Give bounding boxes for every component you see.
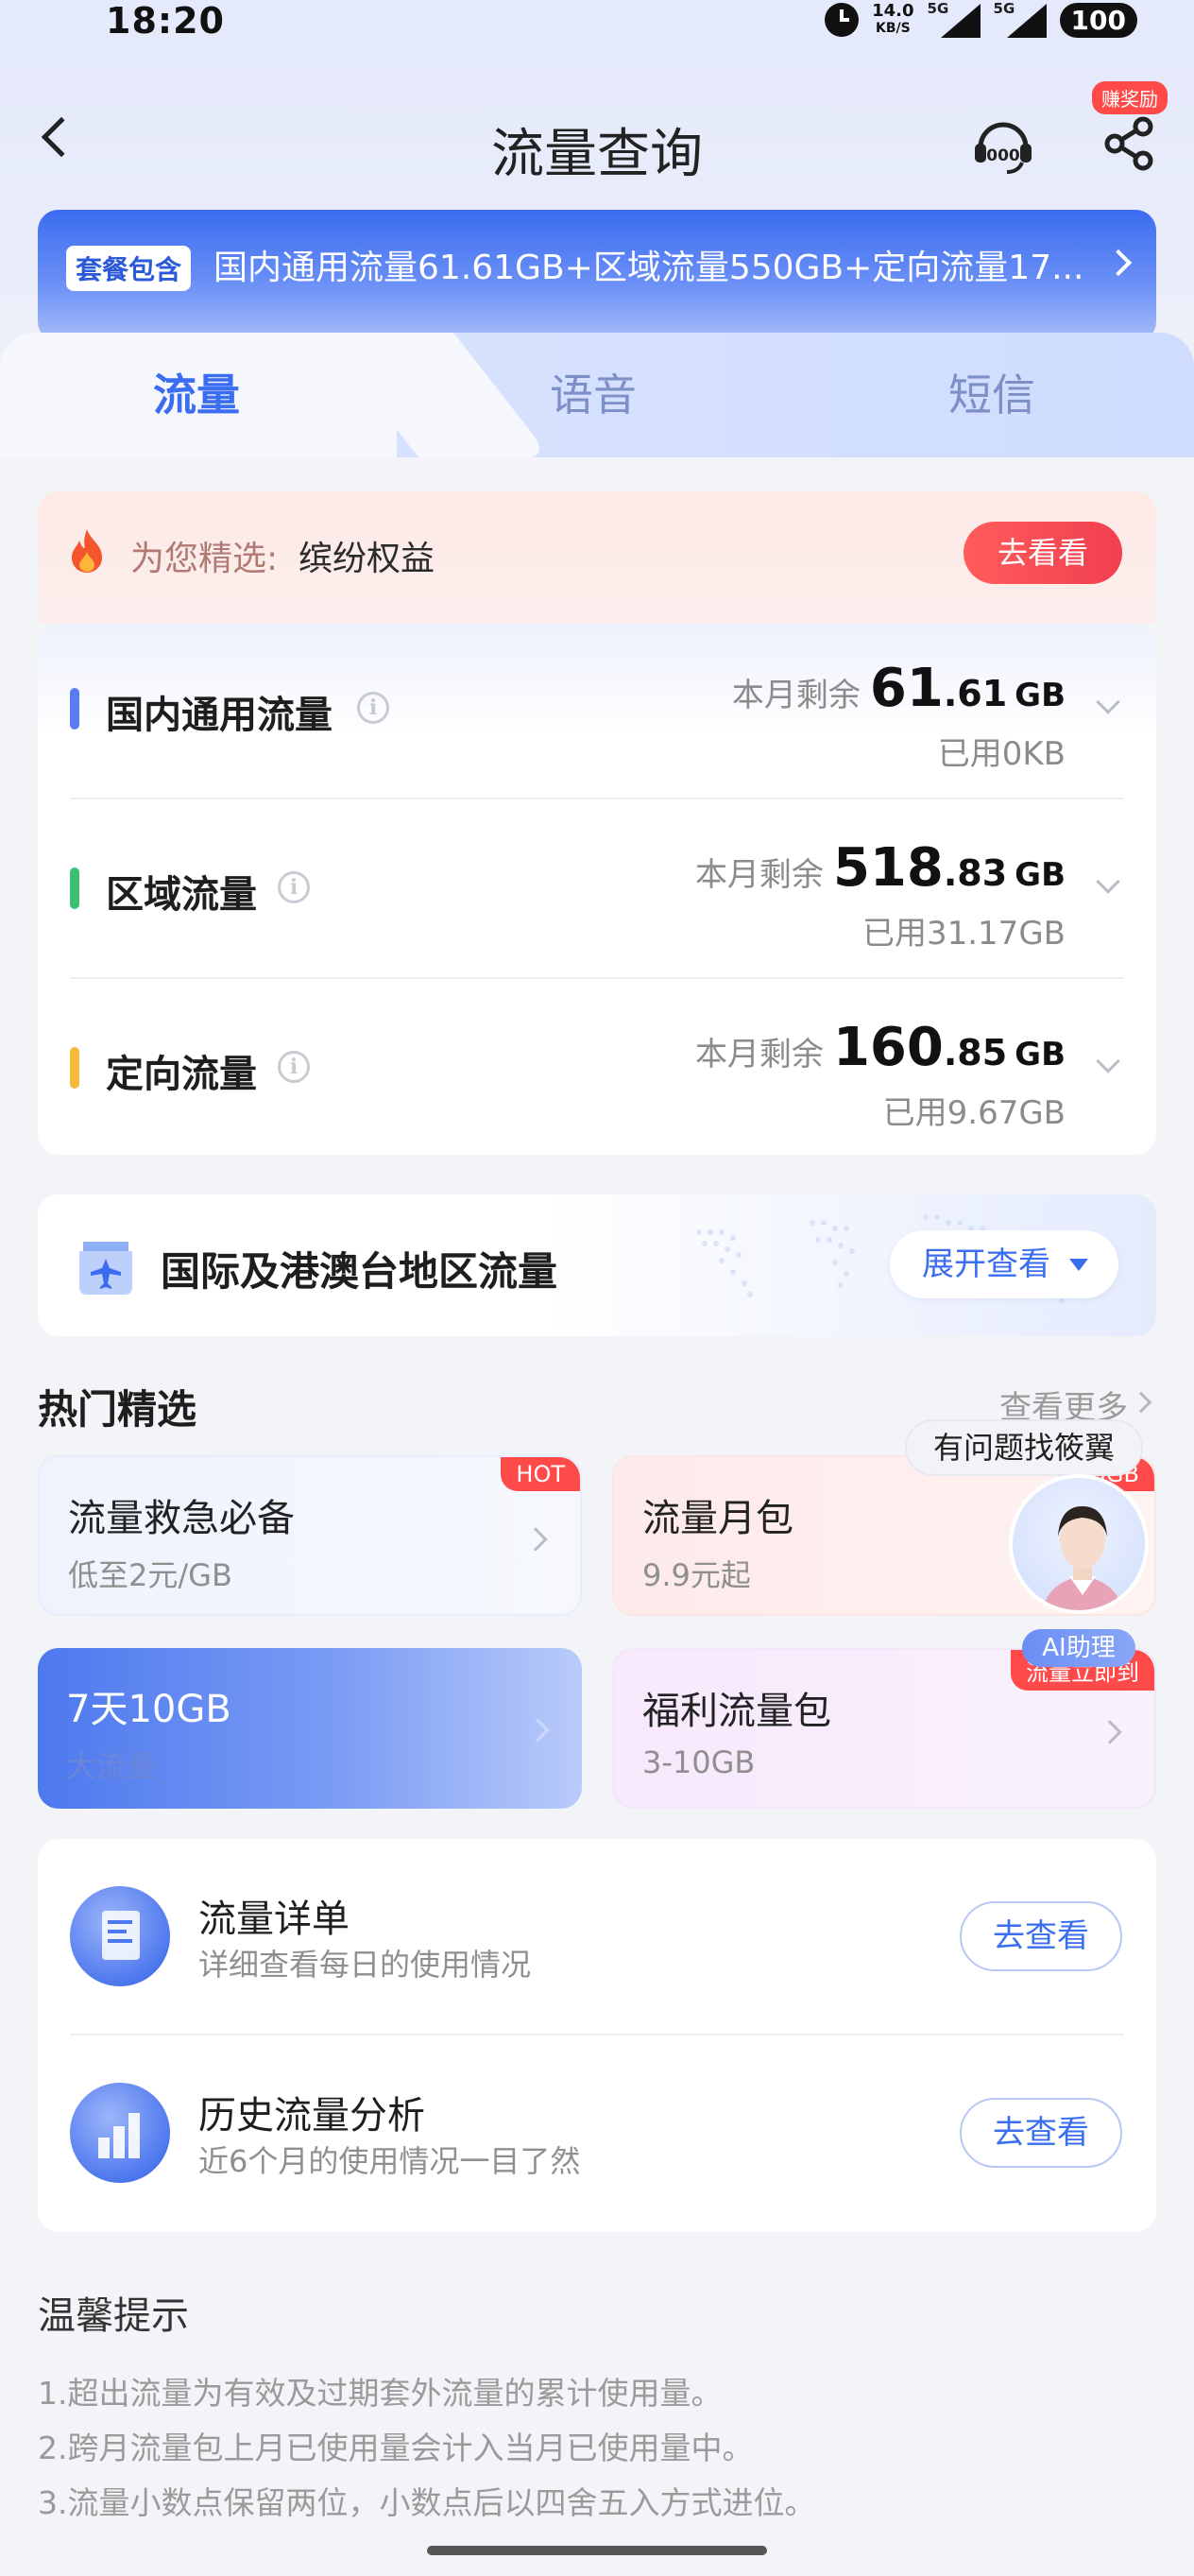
nav-bar: 流量查询 10000 赚奖励	[0, 81, 1194, 198]
service-list: 流量详单 详细查看每日的使用情况 去查看 历史流量分析 近6个月的使用情况一目了…	[38, 1839, 1156, 2232]
assistant-bubble[interactable]: 有问题找筱翼	[905, 1419, 1144, 1476]
status-bar: 18:20 14.0 KB/S 5G 5G 100	[0, 0, 1194, 47]
international-title: 国际及港澳台地区流量	[161, 1248, 558, 1295]
tip-item: 2.跨月流量包上月已使用量会计入当月已使用量中。	[38, 2430, 754, 2466]
chevron-right-icon	[525, 1718, 550, 1743]
chevron-down-icon[interactable]	[1096, 1049, 1120, 1073]
tab-sms[interactable]: 短信	[948, 361, 1035, 423]
usage-row-directed[interactable]: 定向流量 i 本月剩余 160 .85 GB 已用9.67GB	[38, 983, 1156, 1162]
plan-tag: 套餐包含	[66, 246, 192, 291]
usage-remaining: 本月剩余 61 .61 GB	[731, 658, 1066, 719]
chevron-down-icon[interactable]	[1096, 690, 1120, 714]
info-icon[interactable]: i	[278, 1051, 310, 1083]
chevron-right-icon	[1130, 1391, 1152, 1414]
list-item-history-analysis[interactable]: 历史流量分析 近6个月的使用情况一目了然 去查看	[38, 2035, 1156, 2232]
info-icon[interactable]: i	[357, 692, 389, 724]
usage-used: 已用0KB	[937, 735, 1066, 773]
signal-icon: 5G	[928, 0, 981, 38]
recommend-value[interactable]: 缤纷权益	[298, 531, 435, 580]
fire-icon	[72, 529, 102, 573]
usage-row-regional[interactable]: 区域流量 i 本月剩余 518 .83 GB 已用31.17GB	[38, 803, 1156, 983]
usage-row-domestic[interactable]: 国内通用流量 i 本月剩余 61 .61 GB 已用0KB	[38, 624, 1156, 803]
category-color-bar	[70, 688, 79, 730]
tab-bar: 流量 语音 短信	[0, 333, 1194, 457]
go-see-button[interactable]: 去看看	[964, 522, 1122, 584]
item-title: 流量详单	[198, 1898, 350, 1941]
expand-view-button[interactable]: 展开查看	[890, 1230, 1118, 1298]
hot-section-title: 热门精选	[38, 1386, 197, 1433]
share-icon[interactable]	[1103, 115, 1156, 172]
tab-data[interactable]: 流量	[153, 361, 240, 423]
hot-card-emergency[interactable]: 流量救急必备 低至2元/GB HOT	[38, 1455, 582, 1616]
view-button[interactable]: 去查看	[960, 1901, 1122, 1971]
reward-badge[interactable]: 赚奖励	[1092, 81, 1168, 114]
chevron-right-icon	[1098, 1720, 1122, 1744]
category-color-bar	[70, 867, 79, 909]
divider	[70, 977, 1124, 979]
item-title: 历史流量分析	[198, 2094, 425, 2138]
plan-summary-text: 国内通用流量61.61GB+区域流量550GB+定向流量17...	[213, 249, 1084, 287]
home-indicator[interactable]	[427, 2546, 767, 2555]
data-usage-card: 国内通用流量 i 本月剩余 61 .61 GB 已用0KB 区域流量 i 本月剩…	[38, 624, 1156, 1155]
usage-name: 国内通用流量	[106, 694, 333, 737]
alarm-clock-icon	[825, 3, 860, 37]
detail-list-icon	[70, 1886, 170, 1986]
hot-card-welfare[interactable]: 福利流量包 3-10GB 流量立即到	[612, 1648, 1156, 1809]
view-button[interactable]: 去查看	[960, 2098, 1122, 2168]
item-subtitle: 近6个月的使用情况一目了然	[198, 2143, 581, 2179]
battery-indicator: 100	[1059, 2, 1137, 38]
tips-title: 温馨提示	[38, 2294, 189, 2338]
usage-used: 已用9.67GB	[882, 1094, 1066, 1132]
usage-remaining: 本月剩余 518 .83 GB	[694, 837, 1066, 899]
network-speed: 14.0 KB/S	[872, 1, 914, 37]
triangle-down-icon	[1069, 1259, 1088, 1271]
chevron-down-icon[interactable]	[1096, 869, 1120, 894]
recommend-label: 为您精选:	[130, 540, 279, 578]
usage-name: 定向流量	[106, 1053, 257, 1096]
bar-chart-icon	[70, 2083, 170, 2183]
chevron-right-icon	[523, 1527, 548, 1552]
usage-used: 已用31.17GB	[861, 915, 1066, 953]
usage-remaining: 本月剩余 160 .85 GB	[694, 1017, 1066, 1078]
category-color-bar	[70, 1047, 79, 1089]
international-data-card[interactable]: 国际及港澳台地区流量 展开查看	[38, 1194, 1156, 1336]
hot-card-7days[interactable]: 7天10GB 大流量	[38, 1648, 582, 1809]
assistant-avatar[interactable]	[1009, 1474, 1149, 1614]
divider	[70, 798, 1124, 799]
tip-item: 3.流量小数点保留两位，小数点后以四舍五入方式进位。	[38, 2484, 816, 2521]
list-item-data-detail[interactable]: 流量详单 详细查看每日的使用情况 去查看	[38, 1839, 1156, 2035]
status-icons: 14.0 KB/S 5G 5G 100	[825, 0, 1137, 38]
signal-icon: 5G	[994, 0, 1047, 38]
hot-badge: HOT	[501, 1457, 580, 1491]
plan-summary-banner[interactable]: 套餐包含 国内通用流量61.61GB+区域流量550GB+定向流量17...	[38, 210, 1156, 342]
status-time: 18:20	[106, 0, 225, 42]
customer-service-10000-icon[interactable]: 10000	[971, 113, 1035, 178]
tab-voice[interactable]: 语音	[550, 361, 637, 423]
svg-text:10000: 10000	[975, 146, 1031, 165]
recommend-bar: 为您精选: 缤纷权益 去看看	[38, 491, 1156, 624]
airplane-icon	[79, 1242, 132, 1295]
usage-name: 区域流量	[106, 873, 257, 917]
assistant-label[interactable]: AI助理	[1022, 1629, 1135, 1667]
info-icon[interactable]: i	[278, 871, 310, 903]
item-subtitle: 详细查看每日的使用情况	[198, 1947, 532, 1983]
tip-item: 1.超出流量为有效及过期套外流量的累计使用量。	[38, 2375, 723, 2412]
